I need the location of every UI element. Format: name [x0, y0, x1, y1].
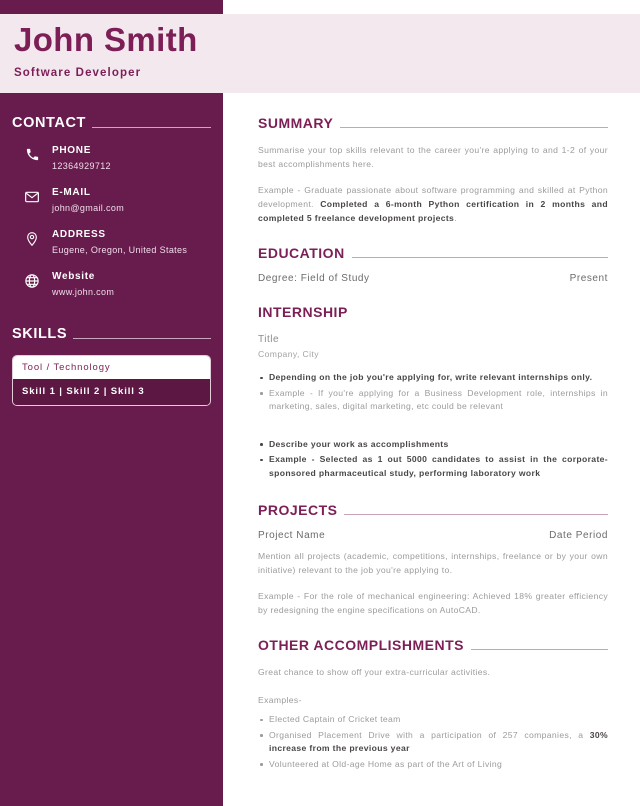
skills-box-wrapper: Tool / Technology Skill 1 | Skill 2 | Sk…: [12, 355, 211, 406]
education-entry-row: Degree: Field of Study Present: [258, 273, 608, 284]
list-item: Organised Placement Drive with a partici…: [258, 729, 608, 756]
projects-section: PROJECTS Project Name Date Period Mentio…: [258, 502, 608, 617]
internship-bullets-group-1: Depending on the job you're applying for…: [258, 371, 608, 414]
other-heading-row: OTHER ACCOMPLISHMENTS: [258, 637, 608, 653]
skills-heading-rule: [73, 338, 211, 339]
contact-item-address: ADDRESS Eugene, Oregon, United States: [12, 228, 211, 257]
summary-heading: SUMMARY: [258, 115, 334, 131]
other-bullets: Elected Captain of Cricket team Organise…: [258, 713, 608, 771]
contact-value-phone[interactable]: 12364929712: [52, 159, 111, 173]
contact-text-website: Website www.john.com: [52, 270, 114, 299]
skills-box-body: Skill 1 | Skill 2 | Skill 3: [13, 379, 210, 405]
internship-bullets-group-2: Describe your work as accomplishments Ex…: [258, 438, 608, 481]
skills-section: SKILLS Tool / Technology Skill 1 | Skill…: [0, 326, 223, 406]
other-bullet-2-pre: Organised Placement Drive with a partici…: [269, 729, 590, 740]
internship-heading-row: INTERNSHIP: [258, 304, 608, 320]
skills-box: Tool / Technology Skill 1 | Skill 2 | Sk…: [12, 355, 211, 406]
education-heading-rule: [351, 257, 608, 258]
list-item: Elected Captain of Cricket team: [258, 713, 608, 727]
phone-icon: [12, 144, 52, 162]
education-date: Present: [569, 273, 608, 284]
projects-heading: PROJECTS: [258, 502, 338, 518]
list-item: Depending on the job you're applying for…: [258, 371, 608, 385]
internship-title: Title: [258, 334, 280, 345]
project-name: Project Name: [258, 530, 326, 541]
list-item: Example - Selected as 1 out 5000 candida…: [258, 453, 608, 480]
summary-heading-row: SUMMARY: [258, 115, 608, 131]
contact-text-phone: PHONE 12364929712: [52, 144, 111, 173]
list-item: Volunteered at Old-age Home as part of t…: [258, 758, 608, 772]
contact-value-address: Eugene, Oregon, United States: [52, 245, 188, 255]
contact-text-address: ADDRESS Eugene, Oregon, United States: [52, 228, 187, 257]
header-inner: John Smith Software Developer: [14, 14, 574, 93]
skills-heading-row: SKILLS: [12, 326, 211, 342]
globe-icon: [12, 270, 52, 289]
main-content: SUMMARY Summarise your top skills releva…: [258, 93, 608, 773]
list-item: Example - If you're applying for a Busin…: [258, 387, 608, 414]
other-examples-label: Examples-: [258, 695, 302, 705]
contact-label-address: ADDRESS: [52, 229, 106, 240]
education-heading-row: EDUCATION: [258, 245, 608, 261]
other-heading-rule: [470, 649, 608, 650]
projects-heading-row: PROJECTS: [258, 502, 608, 518]
candidate-job-title: Software Developer: [14, 67, 142, 79]
contact-label-email: E-MAIL: [52, 187, 91, 198]
contact-heading-row: CONTACT: [12, 115, 211, 131]
other-bullet-3-pre: Volunteered at Old-age Home as part of t…: [269, 758, 503, 769]
skills-heading: SKILLS: [12, 326, 68, 342]
summary-paragraph-2: Example - Graduate passionate about soft…: [258, 183, 608, 225]
education-section: EDUCATION Degree: Field of Study Present: [258, 245, 608, 284]
header-band: John Smith Software Developer: [0, 14, 640, 93]
education-heading: EDUCATION: [258, 245, 345, 261]
other-bullet-1-pre: Elected Captain of Cricket team: [269, 714, 401, 724]
contact-value-website[interactable]: www.john.com: [52, 285, 114, 299]
project-date-period: Date Period: [549, 530, 608, 541]
projects-paragraph-1: Mention all projects (academic, competit…: [258, 551, 608, 575]
project-entry-row: Project Name Date Period: [258, 530, 608, 541]
contact-value-email[interactable]: john@gmail.com: [52, 201, 124, 215]
other-paragraph-1: Great chance to show off your extra-curr…: [258, 667, 491, 677]
sidebar-content: CONTACT PHONE 12364929712 E-MAIL john@gm…: [0, 93, 223, 406]
other-accomplishments-heading: OTHER ACCOMPLISHMENTS: [258, 637, 464, 653]
contact-heading: CONTACT: [12, 115, 87, 131]
internship-heading: INTERNSHIP: [258, 304, 348, 320]
resume-page: John Smith Software Developer CONTACT PH…: [0, 0, 640, 806]
list-item: Describe your work as accomplishments: [258, 438, 608, 452]
contact-section: CONTACT PHONE 12364929712 E-MAIL john@gm…: [0, 115, 223, 299]
skills-box-header: Tool / Technology: [13, 356, 210, 379]
summary-heading-rule: [340, 127, 608, 128]
projects-heading-rule: [344, 514, 608, 515]
contact-item-phone: PHONE 12364929712: [12, 144, 211, 173]
map-pin-icon: [12, 228, 52, 247]
contact-item-email: E-MAIL john@gmail.com: [12, 186, 211, 215]
summary-paragraph-1: Summarise your top skills relevant to th…: [258, 145, 608, 169]
envelope-icon: [12, 186, 52, 205]
contact-text-email: E-MAIL john@gmail.com: [52, 186, 124, 215]
education-degree: Degree: Field of Study: [258, 273, 370, 284]
contact-list: PHONE 12364929712 E-MAIL john@gmail.com: [12, 144, 211, 299]
contact-label-phone: PHONE: [52, 145, 92, 156]
internship-company: Company, City: [258, 349, 319, 359]
internship-section: INTERNSHIP Title Company, City Depending…: [258, 304, 608, 480]
contact-item-website: Website www.john.com: [12, 270, 211, 299]
projects-paragraph-2: Example - For the role of mechanical eng…: [258, 591, 608, 615]
contact-label-website: Website: [52, 271, 96, 282]
candidate-name: John Smith: [14, 21, 198, 58]
summary-p2-tail: .: [454, 213, 457, 223]
summary-section: SUMMARY Summarise your top skills releva…: [258, 115, 608, 225]
contact-heading-rule: [92, 127, 211, 128]
other-accomplishments-section: OTHER ACCOMPLISHMENTS Great chance to sh…: [258, 637, 608, 771]
